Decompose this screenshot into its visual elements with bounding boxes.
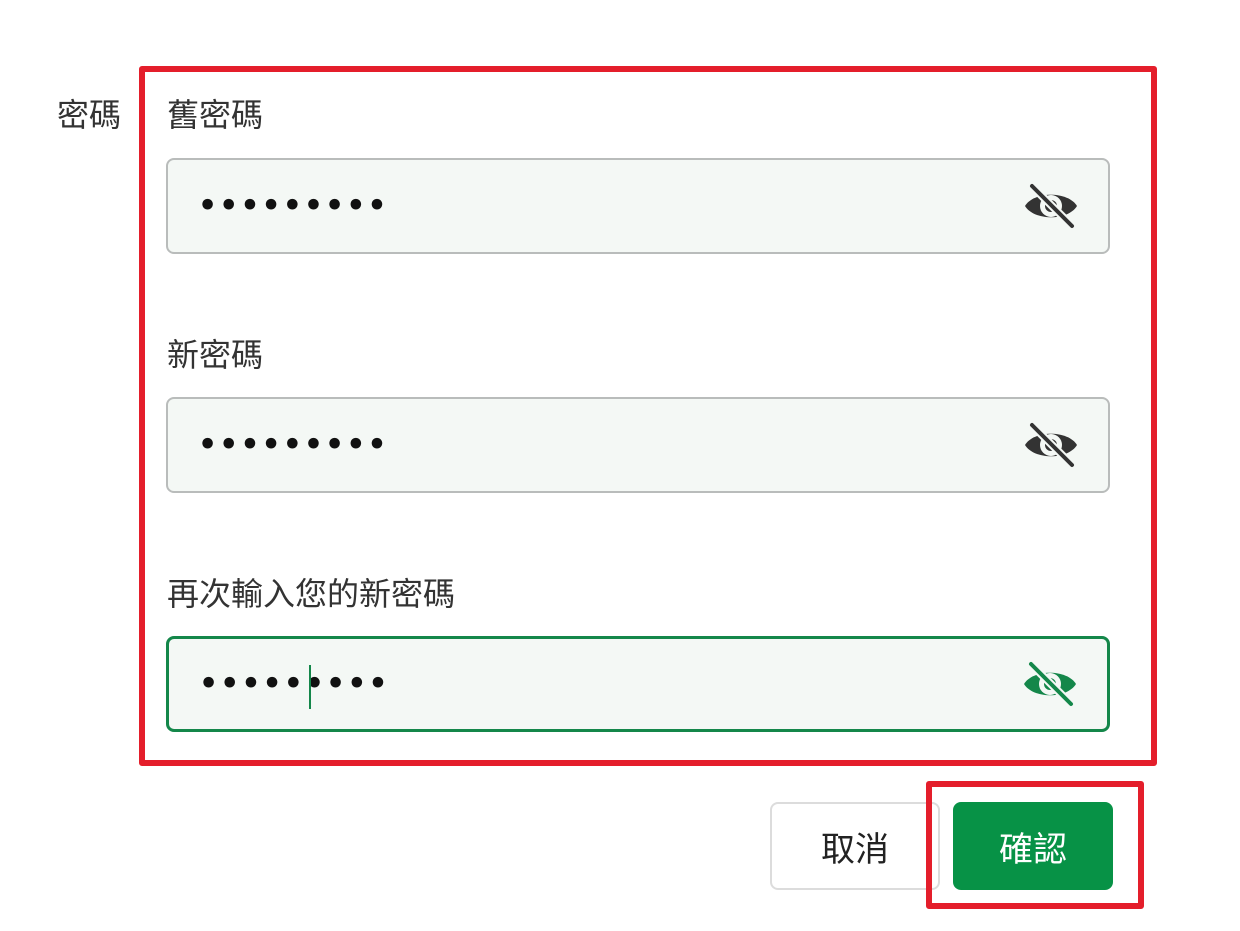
old-password-value: ••••••••• [198,188,389,224]
eye-slash-icon[interactable] [1021,660,1079,708]
change-password-panel: 密碼 舊密碼 ••••••••• 新密碼 ••••••••• 再次輸入您的新密碼… [0,0,1240,931]
new-password-field[interactable]: ••••••••• [166,397,1110,493]
new-password-value: ••••••••• [198,427,389,463]
new-password-label: 新密碼 [167,336,264,374]
confirm-password-value: ••••••••• [199,666,390,702]
eye-slash-icon[interactable] [1022,182,1080,230]
old-password-label: 舊密碼 [167,96,264,134]
cancel-button[interactable]: 取消 [770,802,940,890]
confirm-button[interactable]: 確認 [953,802,1113,890]
confirm-password-label: 再次輸入您的新密碼 [167,575,456,613]
eye-slash-icon[interactable] [1022,421,1080,469]
confirm-password-field[interactable]: ••••••••• [166,636,1110,732]
password-section-label: 密碼 [57,96,122,134]
text-caret [309,665,311,709]
old-password-field[interactable]: ••••••••• [166,158,1110,254]
